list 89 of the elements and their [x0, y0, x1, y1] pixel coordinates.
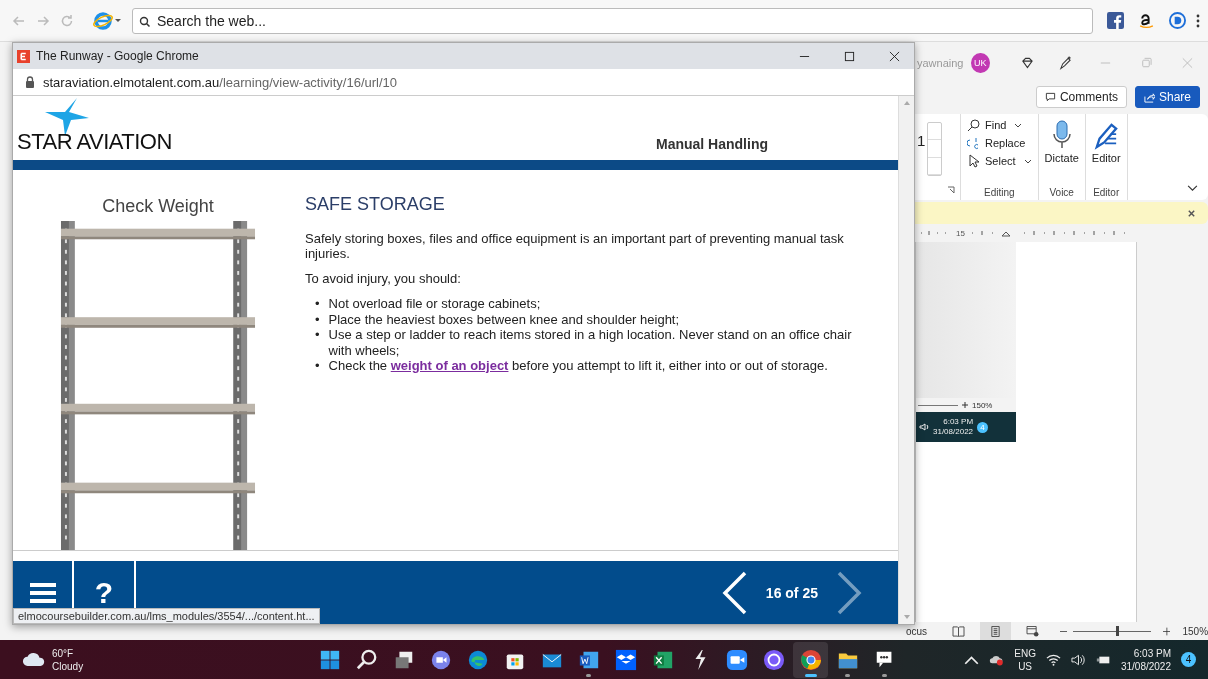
- speaker-icon[interactable]: [1070, 653, 1086, 666]
- page-counter: 16 of 25: [765, 584, 818, 601]
- comment-icon: [1044, 91, 1056, 103]
- cloud-icon: [22, 652, 46, 667]
- intro-paragraph: Safely storing boxes, files and office equipment is an important part of preventing manual task injuries.: [305, 231, 845, 261]
- bullet-text: Place the heaviest boxes between knee and shoulder height;: [328, 311, 680, 327]
- plus-icon: [962, 402, 968, 408]
- edge-browser-icon: [466, 648, 489, 671]
- close-icon[interactable]: [889, 50, 900, 62]
- speaker-icon: [919, 423, 929, 431]
- temperature: 60°F: [52, 646, 75, 660]
- page-icon: [988, 625, 1002, 637]
- web-page-icon: [1025, 625, 1039, 637]
- module-title: Manual Handling: [656, 136, 768, 152]
- zoom-slider[interactable]: [1073, 626, 1151, 636]
- language-indicator[interactable]: ENG US: [1014, 646, 1036, 673]
- share-button[interactable]: Share: [1134, 86, 1200, 108]
- ribbon-button[interactable]: Select: [967, 154, 1032, 168]
- clock-time: 6:03 PM: [943, 417, 974, 427]
- window-title: The Runway - Google Chrome: [36, 49, 200, 63]
- bullet-text: Not overload file or storage cabinets;: [328, 296, 541, 312]
- facebook-icon[interactable]: [1107, 12, 1124, 29]
- maximize-icon[interactable]: [844, 50, 855, 62]
- wifi-icon[interactable]: [1045, 653, 1061, 666]
- star-icon: [43, 98, 89, 136]
- close-icon[interactable]: [1187, 208, 1196, 218]
- ie-logo-icon[interactable]: [92, 10, 122, 31]
- ring-app-icon: [762, 648, 785, 671]
- more-options-icon[interactable]: [1196, 13, 1200, 28]
- section-heading: SAFE STORAGE: [305, 194, 446, 215]
- circle-d-icon[interactable]: [1169, 12, 1186, 29]
- ribbon-button[interactable]: Dictate: [1044, 118, 1079, 166]
- cloud-error-icon[interactable]: [989, 653, 1005, 666]
- zoom-in-icon[interactable]: [1162, 626, 1171, 636]
- chevron-up-icon[interactable]: [964, 653, 980, 666]
- video-camera-icon: [725, 648, 748, 671]
- replace-icon: [967, 136, 981, 150]
- comments-button[interactable]: Comments: [1035, 86, 1127, 108]
- share-icon: [1143, 91, 1155, 103]
- lock-icon: [25, 76, 35, 88]
- bullet-text: Check the weight of an object before you attempt to lift it, either into or out of storage.: [328, 358, 828, 374]
- image-caption: Check Weight: [102, 196, 214, 217]
- ribbon-button[interactable]: Find: [967, 118, 1032, 132]
- notification-badge[interactable]: 4: [1181, 652, 1196, 667]
- search-field[interactable]: Search the web...: [132, 7, 1093, 34]
- lead-text: To avoid injury, you should:: [305, 271, 462, 286]
- notification-badge: 4: [977, 421, 989, 433]
- ribbon-button[interactable]: Replace: [967, 136, 1032, 150]
- windows-logo-icon: [318, 648, 341, 671]
- cursor-icon: [967, 154, 981, 168]
- diamond-icon[interactable]: [1019, 55, 1035, 71]
- search-icon: [139, 15, 151, 28]
- dialog-launcher-icon[interactable]: [947, 186, 955, 194]
- group-label: Editor: [1093, 187, 1120, 198]
- pen-icon: [1094, 120, 1119, 150]
- amazon-icon[interactable]: [1138, 12, 1155, 29]
- video-chat-icon: [429, 648, 452, 671]
- user-name: yawnaing: [917, 57, 965, 69]
- weather-text: Cloudy: [52, 659, 84, 673]
- logo-text: STAR AVIATION: [17, 130, 172, 154]
- bullet-marker: •: [315, 358, 320, 374]
- chevron-down-icon[interactable]: [1187, 185, 1198, 192]
- focus-mode-button[interactable]: ocus: [906, 625, 937, 637]
- search-icon: [355, 648, 378, 671]
- ribbon-button[interactable]: Editor: [1091, 118, 1121, 166]
- menu-icon: [29, 581, 56, 604]
- text-link[interactable]: weight of an object: [390, 358, 509, 373]
- zoom-percent: 150%: [1182, 625, 1208, 637]
- search-icon: [967, 118, 981, 132]
- app-logo-icon: [17, 49, 30, 63]
- bullet-marker: •: [315, 296, 320, 312]
- bullet-marker: •: [315, 327, 320, 344]
- group-label: Editing: [984, 187, 1015, 198]
- group-label: Voice: [1049, 187, 1074, 198]
- chrome-browser-icon: [799, 648, 822, 671]
- ruler-number: 15: [956, 228, 965, 238]
- font-size-value: 1: [917, 132, 926, 149]
- view-button[interactable]: [979, 622, 1011, 640]
- bullet-marker: •: [315, 311, 320, 327]
- clock[interactable]: 6:03 PM 31/08/2022: [1120, 646, 1171, 673]
- taskbar-button[interactable]: [793, 641, 828, 678]
- book-icon: [951, 625, 965, 637]
- zoom-percent: 150%: [972, 400, 993, 410]
- clock-date: 31/08/2022: [933, 427, 974, 437]
- link-preview-tooltip: elmocoursebuilder.com.au/lms_modules/3554/.../content.ht...: [13, 608, 320, 624]
- user-avatar[interactable]: UK: [970, 53, 990, 73]
- bullet-text: Use a step or ladder to reach items stored in a high location. Never stand on an office chair with wheels;: [328, 327, 853, 358]
- pen-sparkle-icon[interactable]: [1058, 55, 1074, 71]
- dropbox-icon: [614, 648, 637, 671]
